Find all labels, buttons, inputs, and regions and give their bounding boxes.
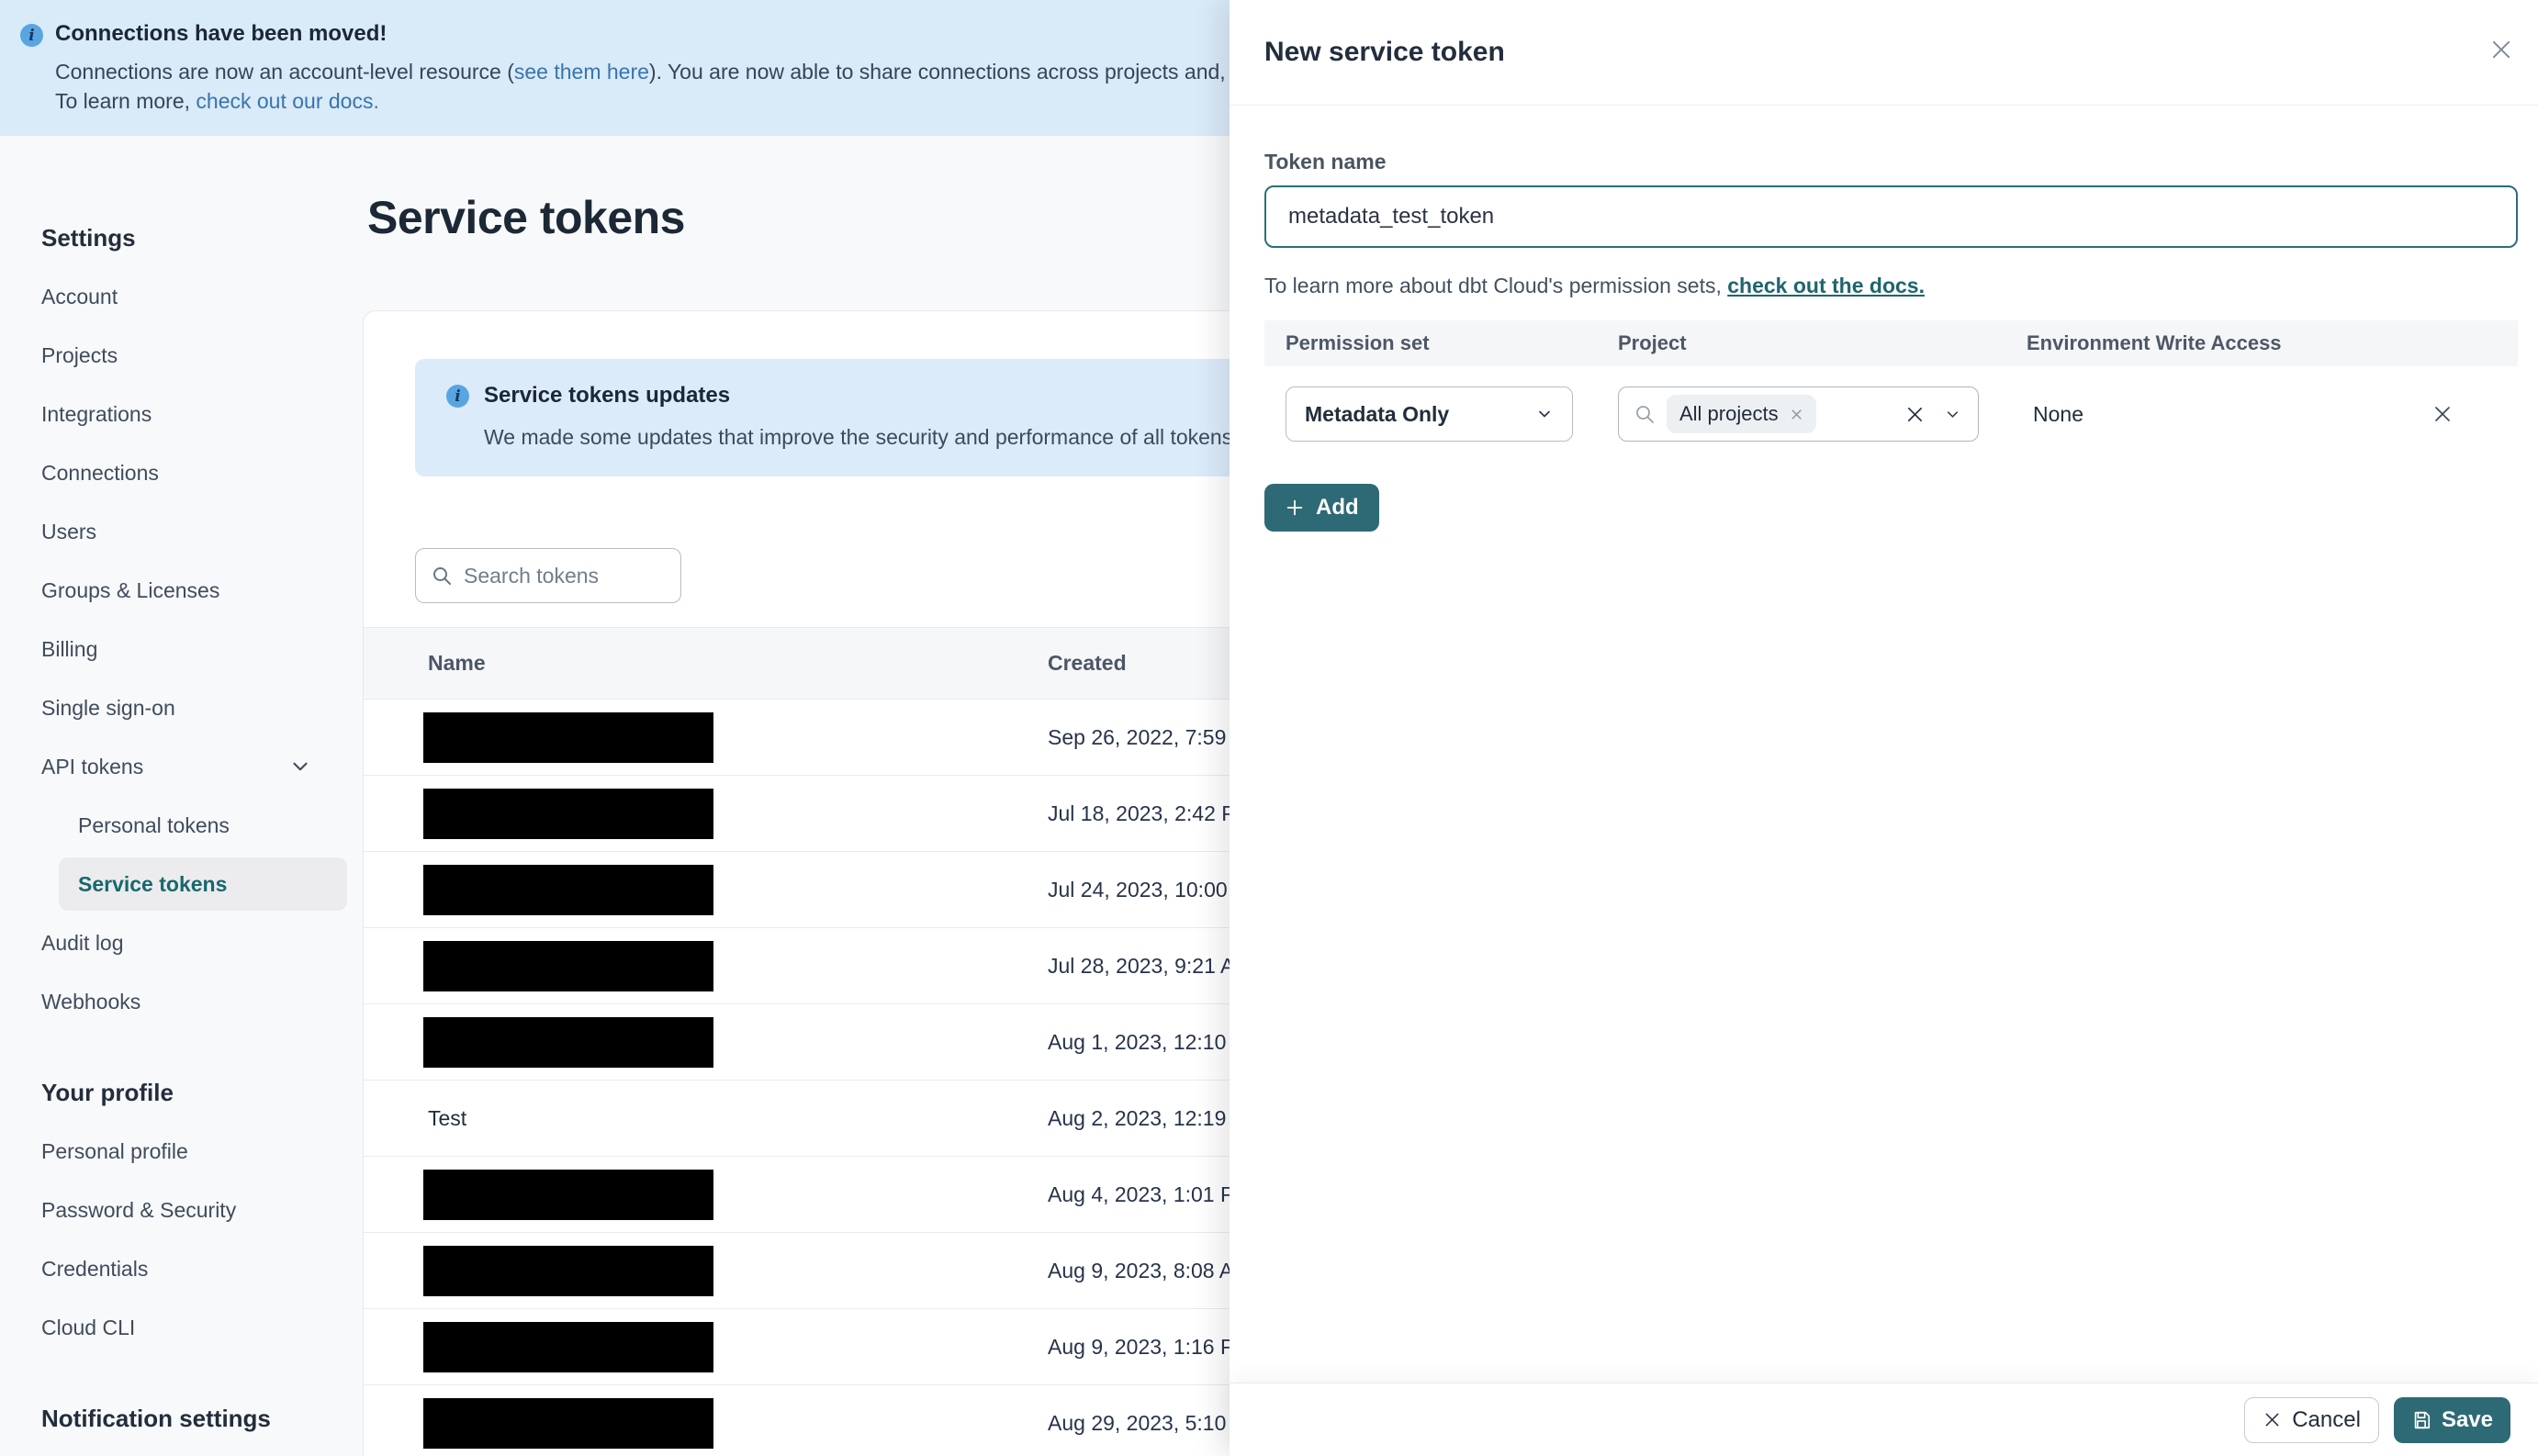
token-name-label: Token name	[1264, 150, 1387, 174]
search-icon	[1634, 403, 1656, 425]
sidebar-item-cloud-cli[interactable]: Cloud CLI	[0, 1298, 367, 1357]
sidebar-item-personal-tokens[interactable]: Personal tokens	[0, 796, 367, 855]
sidebar-item-billing[interactable]: Billing	[0, 620, 367, 678]
drawer-header: New service token	[1230, 0, 2538, 106]
all-projects-chip[interactable]: All projects	[1667, 395, 1816, 433]
sidebar-item-credentials[interactable]: Credentials	[0, 1239, 367, 1298]
close-icon[interactable]	[2479, 28, 2523, 72]
token-name: Test	[428, 1105, 467, 1130]
sidebar-item-integrations[interactable]: Integrations	[0, 385, 367, 443]
column-header-name: Name	[428, 651, 486, 675]
check-out-the-docs-link[interactable]: check out the docs.	[1727, 274, 1925, 297]
redacted-token-name	[423, 1016, 713, 1068]
sidebar-heading-settings: Settings	[41, 223, 136, 252]
search-input[interactable]	[464, 563, 668, 588]
redacted-token-name	[423, 864, 713, 915]
redacted-token-name	[423, 1397, 713, 1449]
settings-sidebar: Settings Account Projects Integrations C…	[0, 136, 367, 1456]
redacted-token-name	[423, 1321, 713, 1372]
page-title: Service tokens	[367, 192, 685, 243]
sidebar-item-projects[interactable]: Projects	[0, 326, 367, 385]
clear-selection-icon[interactable]	[1904, 404, 1926, 425]
banner-title: Connections have been moved!	[55, 21, 387, 46]
new-service-token-drawer: New service token Token name To learn mo…	[1230, 0, 2538, 1456]
search-icon	[431, 565, 453, 587]
permission-set-value: Metadata Only	[1305, 401, 1450, 426]
permission-set-select[interactable]: Metadata Only	[1286, 386, 1573, 442]
sidebar-item-label: API tokens	[41, 754, 144, 778]
remove-row-icon[interactable]	[2431, 403, 2454, 425]
redacted-token-name	[423, 711, 713, 763]
sidebar-heading-notification-settings: Notification settings	[41, 1404, 271, 1432]
redacted-token-name	[423, 1169, 713, 1220]
chip-remove-icon[interactable]	[1790, 408, 1803, 421]
sidebar-item-audit-log[interactable]: Audit log	[0, 913, 367, 972]
column-header-project: Project	[1618, 331, 1687, 354]
sidebar-item-personal-profile[interactable]: Personal profile	[0, 1122, 367, 1181]
column-header-permission-set: Permission set	[1286, 331, 1430, 354]
project-multiselect[interactable]: All projects	[1618, 386, 1979, 442]
permission-helper-text: To learn more about dbt Cloud's permissi…	[1264, 274, 2518, 298]
redacted-token-name	[423, 788, 713, 839]
sidebar-selected-pill: Service tokens	[59, 857, 347, 911]
cancel-button-label: Cancel	[2292, 1406, 2361, 1432]
permission-row: Metadata Only All projects None	[1264, 386, 2518, 442]
sidebar-item-api-tokens[interactable]: API tokens	[0, 737, 347, 796]
drawer-title: New service token	[1264, 37, 1505, 67]
sidebar-gap	[0, 1357, 367, 1389]
add-permission-button[interactable]: Add	[1264, 484, 1379, 532]
sidebar-item-service-tokens[interactable]: Service tokens	[0, 855, 367, 913]
redacted-token-name	[423, 940, 713, 991]
banner-line-3: To learn more, check out our docs.	[55, 86, 1240, 116]
plus-icon	[1285, 498, 1305, 518]
chevron-down-icon	[288, 755, 312, 778]
see-them-here-link[interactable]: see them here	[514, 60, 649, 84]
sidebar-item-connections[interactable]: Connections	[0, 443, 367, 502]
infobox-body: We made some updates that improve the se…	[484, 425, 1309, 449]
column-header-env-write-access: Environment Write Access	[2027, 331, 2282, 354]
sidebar-heading-your-profile: Your profile	[41, 1078, 174, 1106]
page: i Connections have been moved! Connectio…	[0, 0, 2538, 1456]
banner-line2-pre: Connections are now an account-level res…	[55, 60, 514, 84]
search-tokens-box	[415, 548, 681, 603]
save-button-label: Save	[2441, 1406, 2493, 1432]
sidebar-item-password-security[interactable]: Password & Security	[0, 1181, 367, 1239]
environment-write-access-value: None	[2033, 401, 2083, 426]
chevron-down-icon[interactable]	[1944, 406, 1961, 423]
save-button[interactable]: Save	[2393, 1396, 2510, 1443]
close-icon	[2263, 1410, 2282, 1429]
sidebar-item-account[interactable]: Account	[0, 267, 367, 326]
banner-line3-pre: To learn more,	[55, 89, 197, 113]
infobox-title: Service tokens updates	[484, 383, 731, 408]
sidebar-item-groups-licenses[interactable]: Groups & Licenses	[0, 561, 367, 620]
chevron-down-icon	[1535, 405, 1554, 423]
sidebar-item-users[interactable]: Users	[0, 502, 367, 561]
sidebar-gap	[0, 1031, 367, 1063]
info-icon: i	[446, 383, 469, 451]
permissions-table-header: Permission set Project Environment Write…	[1264, 320, 2518, 366]
sidebar-item-single-sign-on[interactable]: Single sign-on	[0, 678, 367, 737]
check-out-docs-link[interactable]: check out our docs.	[196, 89, 378, 113]
sidebar-item-webhooks[interactable]: Webhooks	[0, 972, 367, 1031]
redacted-token-name	[423, 1245, 713, 1296]
token-name-input[interactable]	[1264, 185, 2518, 248]
chip-label: All projects	[1679, 402, 1779, 425]
save-icon	[2411, 1410, 2431, 1430]
cancel-button[interactable]: Cancel	[2244, 1396, 2379, 1443]
drawer-footer: Cancel Save	[1230, 1383, 2538, 1456]
banner-line-2: Connections are now an account-level res…	[55, 57, 1362, 86]
info-icon: i	[20, 24, 43, 47]
helper-pre: To learn more about dbt Cloud's permissi…	[1264, 274, 1728, 297]
add-button-label: Add	[1316, 495, 1359, 520]
